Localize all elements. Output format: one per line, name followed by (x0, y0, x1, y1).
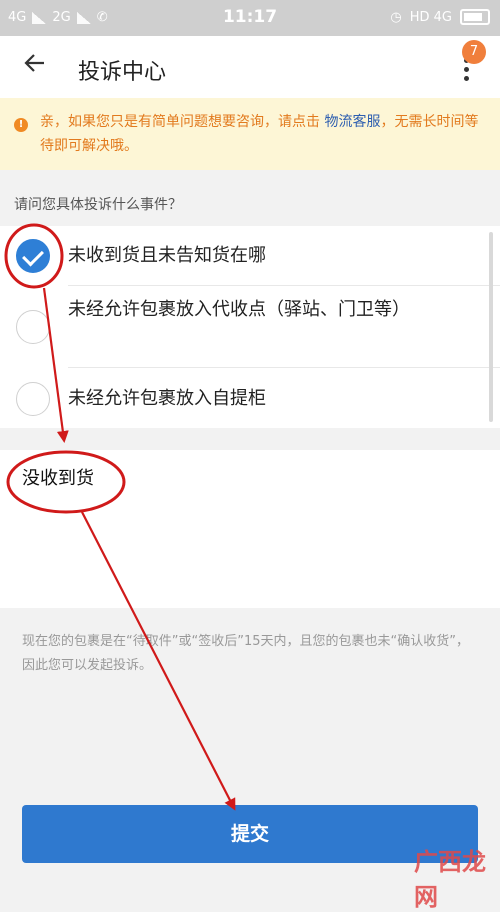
logistics-service-link[interactable]: 物流客服 (324, 114, 380, 130)
option-item[interactable]: 未经允许包裹放入自提柜 (0, 368, 500, 428)
radio-unchecked-icon[interactable] (16, 310, 50, 344)
submit-button[interactable]: 提交 (22, 805, 478, 863)
alarm-icon: ◷ (390, 9, 402, 25)
option-item[interactable]: 未经允许包裹放入代收点（驿站、门卫等） (0, 286, 500, 368)
watermark-text: 广西龙网 (414, 848, 486, 911)
status-right: ◷ HD 4G (390, 9, 490, 25)
info-icon: ! (14, 118, 28, 132)
description-textarea[interactable]: 没收到货 (0, 450, 500, 608)
option-item[interactable]: 未收到货且未告知货在哪 (0, 226, 500, 286)
complaint-options: 未收到货且未告知货在哪 未经允许包裹放入代收点（驿站、门卫等） 未经允许包裹放入… (0, 226, 500, 428)
radio-checked-icon[interactable] (16, 239, 50, 273)
description-value: 没收到货 (22, 468, 94, 489)
eligibility-hint: 现在您的包裹是在“待取件”或“签收后”15天内，且您的包裹也未“确认收货”，因此… (22, 634, 469, 673)
watermark-logo: 广西龙网 (414, 842, 500, 912)
options-scrollbar[interactable] (489, 232, 493, 422)
app-header: 投诉中心 7 (0, 36, 500, 98)
battery-icon (460, 9, 490, 25)
page-title: 投诉中心 (78, 60, 167, 85)
option-label: 未经允许包裹放入代收点（驿站、门卫等） (68, 299, 410, 320)
option-label: 未收到货且未告知货在哪 (68, 245, 266, 266)
notice-text: 亲，如果您只是有简单问题想要咨询，请点击 物流客服，无需长时间等待即可解决哦。 (40, 110, 480, 158)
network-label: HD 4G (409, 9, 452, 25)
option-label: 未经允许包裹放入自提柜 (68, 388, 266, 409)
notification-badge: 7 (462, 40, 486, 64)
radio-unchecked-icon[interactable] (16, 382, 50, 416)
question-label: 请问您具体投诉什么事件？ (14, 197, 182, 213)
status-bar: 4G 2G ✆ 11:17 ◷ HD 4G (0, 0, 500, 36)
back-arrow-icon[interactable] (22, 50, 48, 82)
notice-banner: ! 亲，如果您只是有简单问题想要咨询，请点击 物流客服，无需长时间等待即可解决哦… (0, 98, 500, 170)
notice-text-before: 亲，如果您只是有简单问题想要咨询，请点击 (40, 114, 320, 130)
